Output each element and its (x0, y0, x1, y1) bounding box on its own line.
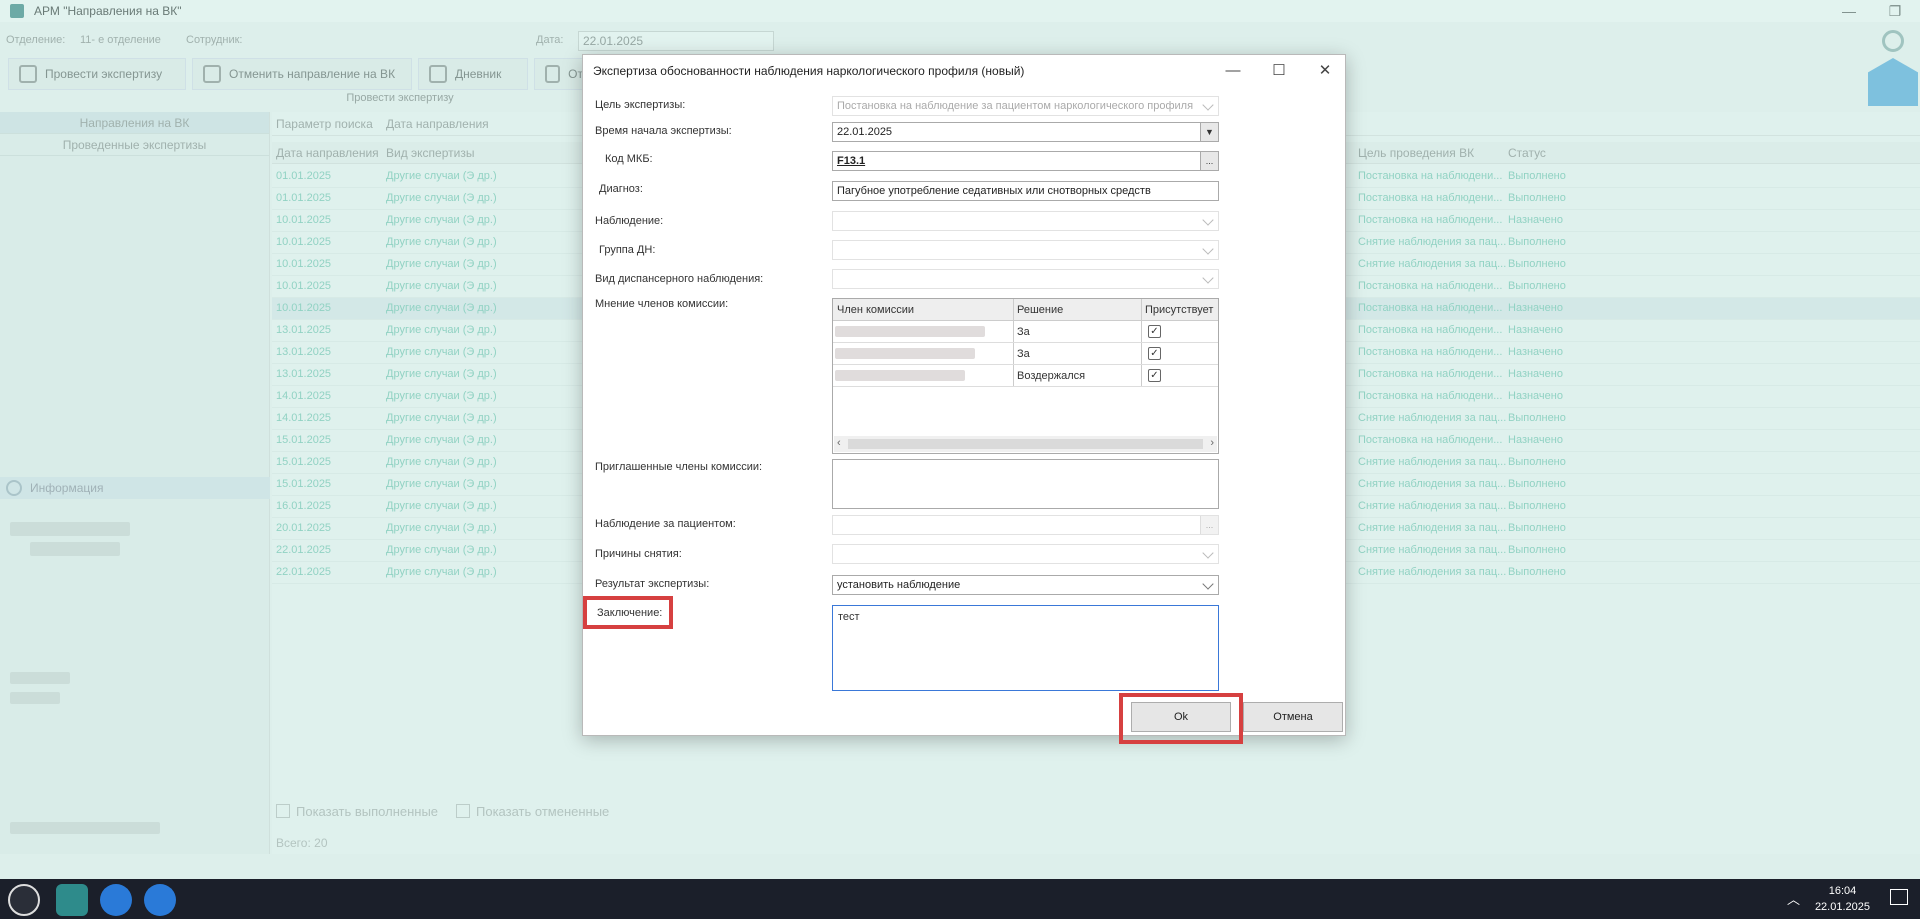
invited-label: Приглашенные члены комиссии: (595, 461, 763, 473)
present-checkbox[interactable]: ✓ (1148, 325, 1161, 338)
chevron-down-icon (1202, 578, 1214, 590)
dialog-maximize-icon[interactable]: ☐ (1256, 55, 1302, 85)
taskbar: ︿ 16:04 22.01.2025 (0, 879, 1920, 919)
date-dropdown-button[interactable]: ▼ (1200, 123, 1218, 141)
mkb-field[interactable]: F13.1 ... (832, 151, 1219, 171)
observation-select[interactable] (832, 211, 1219, 231)
committee-scrollbar[interactable]: ‹ › (834, 436, 1217, 452)
decision-cell[interactable]: За (1017, 326, 1030, 338)
decision-cell[interactable]: Воздержался (1017, 370, 1085, 382)
mkb-browse-button[interactable]: ... (1200, 152, 1218, 170)
expertise-dialog: Экспертиза обоснованности наблюдения нар… (582, 54, 1348, 744)
dn-group-select[interactable] (832, 240, 1219, 260)
diagnosis-field[interactable]: Пагубное употребление седативных или сно… (832, 181, 1219, 201)
committee-header: Член комиссии Решение Присутствует (833, 299, 1218, 321)
accessibility-app-icon[interactable] (100, 884, 132, 916)
start-time-label: Время начала экспертизы: (595, 125, 732, 137)
clock-time: 16:04 (1828, 885, 1857, 897)
dialog-close-icon[interactable]: ✕ (1302, 55, 1348, 85)
col-present: Присутствует (1145, 304, 1214, 316)
clock[interactable]: 16:04 22.01.2025 (1815, 883, 1870, 915)
invited-members-field[interactable] (832, 459, 1219, 509)
disp-type-select[interactable] (832, 269, 1219, 289)
ok-button-highlight (1119, 693, 1243, 744)
mkb-label: Код МКБ: (605, 153, 653, 165)
mkb-value[interactable]: F13.1 (837, 155, 865, 167)
result-select[interactable]: установить наблюдение (832, 575, 1219, 595)
patient-obs-label: Наблюдение за пациентом: (595, 518, 736, 530)
decision-cell[interactable]: За (1017, 348, 1030, 360)
dn-group-label: Группа ДН: (599, 244, 656, 256)
result-label: Результат экспертизы: (595, 578, 710, 590)
chevron-down-icon (1202, 547, 1214, 559)
clock-date: 22.01.2025 (1814, 901, 1870, 913)
scroll-thumb[interactable] (848, 439, 1203, 449)
start-time-value: 22.01.2025 (837, 126, 893, 138)
removal-reason-label: Причины снятия: (595, 548, 682, 560)
chevron-down-icon (1202, 99, 1214, 111)
result-value: установить наблюдение (837, 579, 961, 591)
cancel-button[interactable]: Отмена (1243, 702, 1343, 732)
diagnosis-label: Диагноз: (599, 183, 643, 195)
dialog-title: Экспертиза обоснованности наблюдения нар… (593, 64, 1025, 78)
goal-value: Постановка на наблюдение за пациентом на… (837, 100, 1194, 112)
redacted-member-name (835, 348, 975, 359)
notifications-icon[interactable] (1890, 889, 1908, 905)
patient-obs-field[interactable]: ... (832, 515, 1219, 535)
committee-table: Член комиссии Решение Присутствует За ✓ За… (832, 298, 1219, 454)
patient-obs-browse-button[interactable]: ... (1200, 516, 1218, 534)
redacted-member-name (835, 326, 985, 337)
conclusion-label-highlight (583, 596, 673, 629)
present-checkbox[interactable]: ✓ (1148, 347, 1161, 360)
start-icon[interactable] (8, 884, 40, 916)
chevron-down-icon (1202, 214, 1214, 226)
redacted-member-name (835, 370, 965, 381)
col-member: Член комиссии (837, 304, 915, 316)
app-taskbar-icon[interactable] (56, 884, 88, 916)
accessibility-app-icon-2[interactable] (144, 884, 176, 916)
goal-select[interactable]: Постановка на наблюдение за пациентом на… (832, 96, 1219, 116)
chevron-down-icon (1202, 243, 1214, 255)
disp-type-label: Вид диспансерного наблюдения: (595, 273, 764, 285)
col-decision: Решение (1017, 304, 1064, 316)
observation-label: Наблюдение: (595, 215, 664, 227)
scroll-left-icon[interactable]: ‹ (837, 437, 841, 449)
committee-row[interactable]: За ✓ (833, 343, 1218, 365)
chevron-down-icon (1202, 272, 1214, 284)
committee-row[interactable]: За ✓ (833, 321, 1218, 343)
tray-chevron-up-icon[interactable]: ︿ (1787, 889, 1800, 908)
conclusion-field[interactable]: тест (832, 605, 1219, 691)
goal-label: Цель экспертизы: (595, 99, 686, 111)
members-label: Мнение членов комиссии: (595, 298, 729, 310)
dialog-minimize-icon[interactable]: — (1210, 55, 1256, 85)
start-time-field[interactable]: 22.01.2025 ▼ (832, 122, 1219, 142)
present-checkbox[interactable]: ✓ (1148, 369, 1161, 382)
committee-row[interactable]: Воздержался ✓ (833, 365, 1218, 387)
scroll-right-icon[interactable]: › (1210, 437, 1214, 449)
removal-reason-select[interactable] (832, 544, 1219, 564)
